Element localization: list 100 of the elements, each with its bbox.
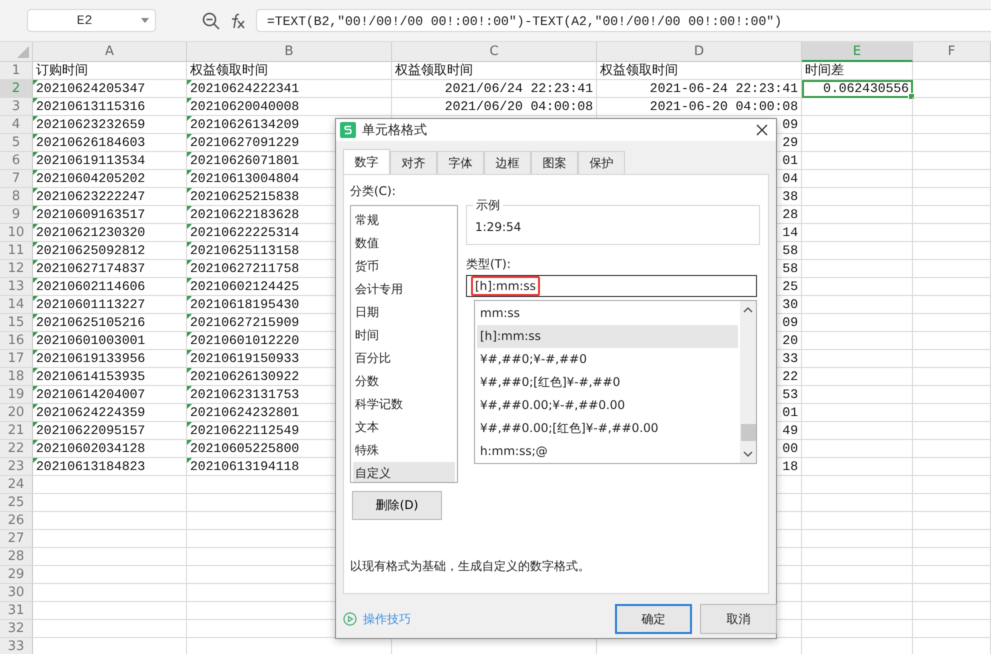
- row-header[interactable]: 12: [0, 260, 33, 278]
- row-header[interactable]: 14: [0, 296, 33, 314]
- row-header[interactable]: 10: [0, 224, 33, 242]
- column-header[interactable]: E: [802, 42, 913, 62]
- row-header[interactable]: 33: [0, 638, 33, 654]
- table-cell: 20210614153935: [33, 368, 187, 386]
- row-header[interactable]: 19: [0, 386, 33, 404]
- table-cell: 20210613115316: [33, 98, 187, 116]
- row-header[interactable]: 29: [0, 566, 33, 584]
- table-cell: 20210619113534: [33, 152, 187, 170]
- scroll-down-icon[interactable]: [743, 451, 753, 457]
- delete-button[interactable]: 删除(D): [352, 491, 442, 520]
- play-circle-icon: [343, 612, 357, 626]
- row-header[interactable]: 16: [0, 332, 33, 350]
- sample-value: 1:29:54: [475, 220, 522, 234]
- table-cell: 20210624222341: [187, 80, 392, 98]
- table-cell: 20210624205347: [33, 80, 187, 98]
- table-cell: 20210623222247: [33, 188, 187, 206]
- table-cell: 2021/06/24 22:23:41: [392, 80, 597, 98]
- table-cell: 20210620040008: [187, 98, 392, 116]
- table-cell: 2021-06-24 22:23:41: [597, 80, 802, 98]
- table-cell: 2021/06/20 04:00:08: [392, 98, 597, 116]
- row-header[interactable]: 7: [0, 170, 33, 188]
- app-logo-icon: [340, 122, 356, 138]
- table-cell: 20210622095157: [33, 422, 187, 440]
- scroll-up-icon[interactable]: [743, 307, 753, 313]
- type-label: 类型(T):: [466, 256, 512, 272]
- row-header[interactable]: 30: [0, 584, 33, 602]
- table-cell: 2021-06-20 04:00:08: [597, 98, 802, 116]
- tips-link[interactable]: 操作技巧: [343, 610, 411, 628]
- column-header[interactable]: A: [33, 42, 187, 62]
- triangle-icon: [17, 46, 29, 58]
- scrollbar[interactable]: [740, 301, 756, 463]
- row-header[interactable]: 28: [0, 548, 33, 566]
- table-cell: 20210604205202: [33, 170, 187, 188]
- row-header[interactable]: 1: [0, 62, 33, 80]
- column-header[interactable]: D: [597, 42, 802, 62]
- row-header[interactable]: 26: [0, 512, 33, 530]
- sample-label: 示例: [473, 197, 503, 214]
- table-cell: 20210625092812: [33, 242, 187, 260]
- close-icon[interactable]: [756, 124, 768, 136]
- name-box[interactable]: E2: [27, 9, 156, 32]
- row-header[interactable]: 15: [0, 314, 33, 332]
- table-cell: 0.062430556: [802, 80, 913, 98]
- table-cell: 20210621230320: [33, 224, 187, 242]
- row-header[interactable]: 5: [0, 134, 33, 152]
- table-cell: 权益领取时间: [392, 62, 597, 80]
- tab[interactable]: 字体: [437, 151, 484, 174]
- table-cell: 时间差: [802, 62, 913, 80]
- tab[interactable]: 数字: [343, 149, 390, 174]
- tab[interactable]: 图案: [531, 151, 578, 174]
- table-cell: 权益领取时间: [597, 62, 802, 80]
- row-header[interactable]: 8: [0, 188, 33, 206]
- table-cell: 20210623232659: [33, 116, 187, 134]
- row-header[interactable]: 2: [0, 80, 33, 98]
- row-header[interactable]: 25: [0, 494, 33, 512]
- type-field[interactable]: [h]:mm:ss: [466, 275, 757, 297]
- row-header[interactable]: 22: [0, 440, 33, 458]
- row-header[interactable]: 11: [0, 242, 33, 260]
- row-header[interactable]: 18: [0, 368, 33, 386]
- cancel-button[interactable]: 取消: [700, 604, 777, 634]
- column-header[interactable]: C: [392, 42, 597, 62]
- format-item[interactable]: [h]:mm:ss: [477, 325, 738, 348]
- row-header[interactable]: 21: [0, 422, 33, 440]
- zoom-icon[interactable]: [202, 12, 220, 30]
- row-header[interactable]: 17: [0, 350, 33, 368]
- row-header[interactable]: 13: [0, 278, 33, 296]
- table-cell: 订购时间: [33, 62, 187, 80]
- tab[interactable]: 边框: [484, 151, 531, 174]
- description-text: 以现有格式为基础，生成自定义的数字格式。: [350, 558, 591, 575]
- table-cell: 20210624224359: [33, 404, 187, 422]
- ok-button[interactable]: 确定: [615, 604, 692, 634]
- caret-icon[interactable]: [141, 18, 149, 23]
- row-header[interactable]: 20: [0, 404, 33, 422]
- row-header[interactable]: 9: [0, 206, 33, 224]
- tab[interactable]: 保护: [578, 151, 625, 174]
- row-header[interactable]: 24: [0, 476, 33, 494]
- table-cell: 20210601003001: [33, 332, 187, 350]
- table-cell: 20210614204007: [33, 386, 187, 404]
- row-header[interactable]: 31: [0, 602, 33, 620]
- table-cell: 20210625105216: [33, 314, 187, 332]
- category-item[interactable]: 自定义: [353, 462, 455, 482]
- row-header[interactable]: 27: [0, 530, 33, 548]
- row-header[interactable]: 4: [0, 116, 33, 134]
- formula-field[interactable]: =TEXT(B2,"00!/00!/00 00!:00!:00")-TEXT(A2,"00!/00!/00 00!:00!:00"): [256, 9, 991, 32]
- scroll-thumb[interactable]: [740, 424, 756, 441]
- row-header[interactable]: 23: [0, 458, 33, 476]
- table-cell: 20210602114606: [33, 278, 187, 296]
- row-header[interactable]: 32: [0, 620, 33, 638]
- row-header[interactable]: 6: [0, 152, 33, 170]
- column-header[interactable]: B: [187, 42, 392, 62]
- table-cell: 20210626184603: [33, 134, 187, 152]
- table-cell: 20210609163517: [33, 206, 187, 224]
- table-cell: 20210627174837: [33, 260, 187, 278]
- column-header[interactable]: F: [913, 42, 991, 62]
- table-cell: 20210602034128: [33, 440, 187, 458]
- tab[interactable]: 对齐: [390, 151, 437, 174]
- table-cell: 权益领取时间: [187, 62, 392, 80]
- row-header[interactable]: 3: [0, 98, 33, 116]
- type-value: [h]:mm:ss: [471, 276, 540, 296]
